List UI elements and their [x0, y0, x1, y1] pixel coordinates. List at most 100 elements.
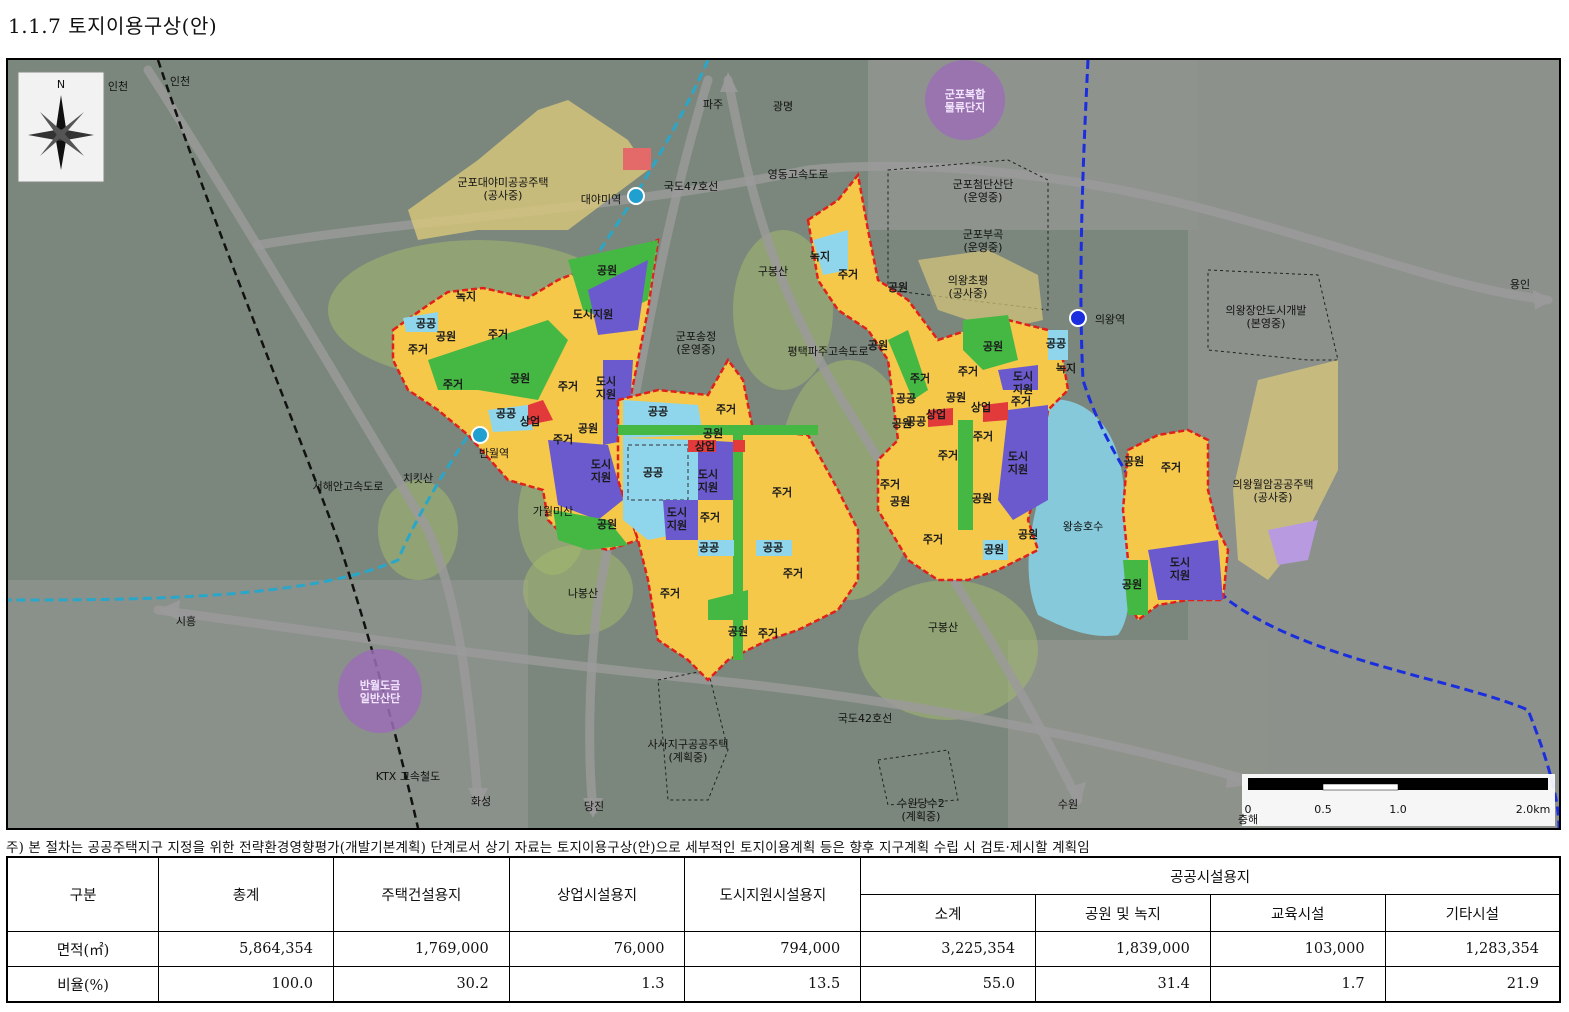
zone-label: 주거	[700, 510, 720, 524]
table-cell: 21.9	[1384, 966, 1561, 1003]
zone-label: 주거	[783, 566, 803, 580]
table-cell: 100.0	[158, 966, 334, 1003]
bubble-label: 군포복합 물류단지	[945, 87, 985, 114]
zone-label: 주거	[973, 429, 993, 443]
zone-label: 공공	[648, 405, 668, 418]
footnote: 주) 본 절차는 공공주택지구 지정을 위한 전략환경영향평가(개발기본계획) …	[6, 840, 1090, 856]
table-cell: 1.3	[508, 966, 686, 1003]
land-use-map: N 인천 인천 파주 광명 용인 시흥 화성 당진 수원 영동고속도로 국도47호선 평택파주고속도로 서…	[6, 58, 1561, 830]
zone-label: 공원	[1124, 454, 1144, 468]
nearby-project-label: 수원당수2 (계획중)	[897, 797, 944, 823]
table-row: 면적(㎡) 5,864,354 1,769,000 76,000 794,000…	[6, 931, 1561, 967]
scale-side-label: 충해	[1238, 812, 1258, 826]
station-label: 의왕역	[1095, 313, 1125, 326]
table-row: 비율(%) 100.0 30.2 1.3 13.5 55.0 31.4 1.7 …	[6, 966, 1561, 1003]
land-use-table: 구분 총계 주택건설용지 상업시설용지 도시지원시설용지 공공시설용지 소계 공…	[6, 856, 1561, 1003]
zone-label: 공원	[868, 338, 888, 352]
mountain-area	[378, 480, 458, 580]
zone-label: 공공	[763, 541, 783, 554]
zone-label: 공원	[888, 280, 908, 294]
zone-label: 공원	[984, 542, 1004, 556]
zone-label: 공원	[946, 390, 966, 404]
zone-label: 녹지	[456, 289, 476, 303]
table-cell: 30.2	[332, 966, 510, 1003]
road-label: 국도47호선	[664, 180, 718, 193]
zone-label: 공공	[896, 392, 916, 405]
zone-label: 주거	[660, 586, 680, 600]
nearby-project-label: 의왕초평 (공사중)	[948, 274, 988, 300]
zone-label: 공원	[597, 517, 617, 531]
direction-label: 당진	[584, 800, 604, 813]
road-label: 영동고속도로	[768, 168, 829, 181]
mountain-label: 치킷산	[403, 472, 433, 485]
table-cell: 5,864,354	[158, 931, 334, 967]
header-parks: 공원 및 녹지	[1035, 894, 1211, 932]
table-cell: 794,000	[684, 931, 862, 967]
zone-label: 공원	[890, 494, 910, 508]
mountain-label: 구봉산	[758, 265, 788, 278]
table-cell: 31.4	[1035, 966, 1211, 1003]
direction-label: 수원	[1058, 798, 1078, 811]
urban-area-north	[868, 60, 1198, 230]
map-canvas: N 인천 인천파주 광명용인시흥화성 당진 수원 영동고속도로국도47호선평택파주고속도로서…	[8, 60, 1559, 828]
direction-label: 파주	[703, 98, 723, 111]
nearby-project-label: 군포부곡 (운영중)	[963, 228, 1003, 254]
commercial-zone	[733, 440, 745, 452]
zone-label: 상업	[971, 400, 991, 414]
mountain-label: 구봉산	[928, 621, 958, 634]
road-label: 국도42호선	[838, 712, 892, 725]
scale-bar	[1242, 774, 1555, 826]
header-category: 구분	[6, 856, 160, 932]
station-marker	[1069, 309, 1087, 327]
road-label: KTX 고속철도	[376, 770, 441, 783]
daeyami-commercial	[623, 148, 651, 170]
zone-label: 도시지원	[667, 506, 687, 532]
row-label: 비율(%)	[6, 966, 160, 1003]
direction-label: 인천	[170, 74, 190, 88]
table-cell: 55.0	[860, 966, 1037, 1003]
urban-area-southwest	[8, 580, 528, 828]
row-label: 면적(㎡)	[6, 931, 160, 967]
header-housing: 주택건설용지	[332, 856, 510, 932]
zone-label: 도시지원	[1013, 370, 1033, 396]
table-cell: 1.7	[1209, 966, 1386, 1003]
table-cell: 1,839,000	[1035, 931, 1211, 967]
zone-label: 공원	[972, 491, 992, 505]
compass-north-label: N	[57, 78, 65, 91]
road-label: 서해안고속도로	[313, 479, 384, 493]
station-label: 반월역	[479, 447, 509, 460]
zone-label: 공원	[510, 371, 530, 385]
zone-label: 공공	[1046, 337, 1066, 350]
lake-label: 왕송호수	[1063, 520, 1103, 533]
scale-bar-segment	[1398, 784, 1548, 790]
header-public-facilities: 공공시설용지	[860, 856, 1561, 895]
direction-label: 시흥	[176, 614, 196, 628]
zone-label: 도시지원	[596, 375, 616, 401]
zone-label: 주거	[772, 485, 792, 499]
zone-label: 녹지	[1056, 361, 1076, 375]
zone-label: 공원	[1122, 577, 1142, 591]
header-total: 총계	[158, 856, 334, 932]
zone-label: 녹지	[810, 249, 830, 263]
zone-label: 공원	[728, 624, 748, 638]
zone-label: 공공	[496, 407, 516, 420]
station-label: 대야미역	[581, 193, 621, 206]
zone-label: 주거	[758, 626, 778, 640]
zone-label: 주거	[910, 371, 930, 385]
zone-label: 공원	[597, 263, 617, 277]
zone-label: 주거	[838, 267, 858, 281]
scale-bar-segment	[1248, 778, 1548, 784]
zone-label: 주거	[938, 448, 958, 462]
scale-tick-label: 0.5	[1314, 803, 1332, 816]
mountain-label: 군포송정 (운영중)	[676, 330, 716, 356]
zone-label: 공공	[906, 415, 926, 428]
zone-label: 공원	[1018, 527, 1038, 541]
header-education: 교육시설	[1209, 894, 1386, 932]
zone-label: 공원	[436, 329, 456, 343]
zone-label: 상업	[926, 407, 946, 421]
zone-label: 주거	[558, 379, 578, 393]
page-title: 1.1.7 토지이용구상(안)	[8, 14, 218, 38]
zone-label: 공공	[699, 541, 719, 554]
header-commercial: 상업시설용지	[508, 856, 686, 932]
table-cell: 76,000	[508, 931, 686, 967]
